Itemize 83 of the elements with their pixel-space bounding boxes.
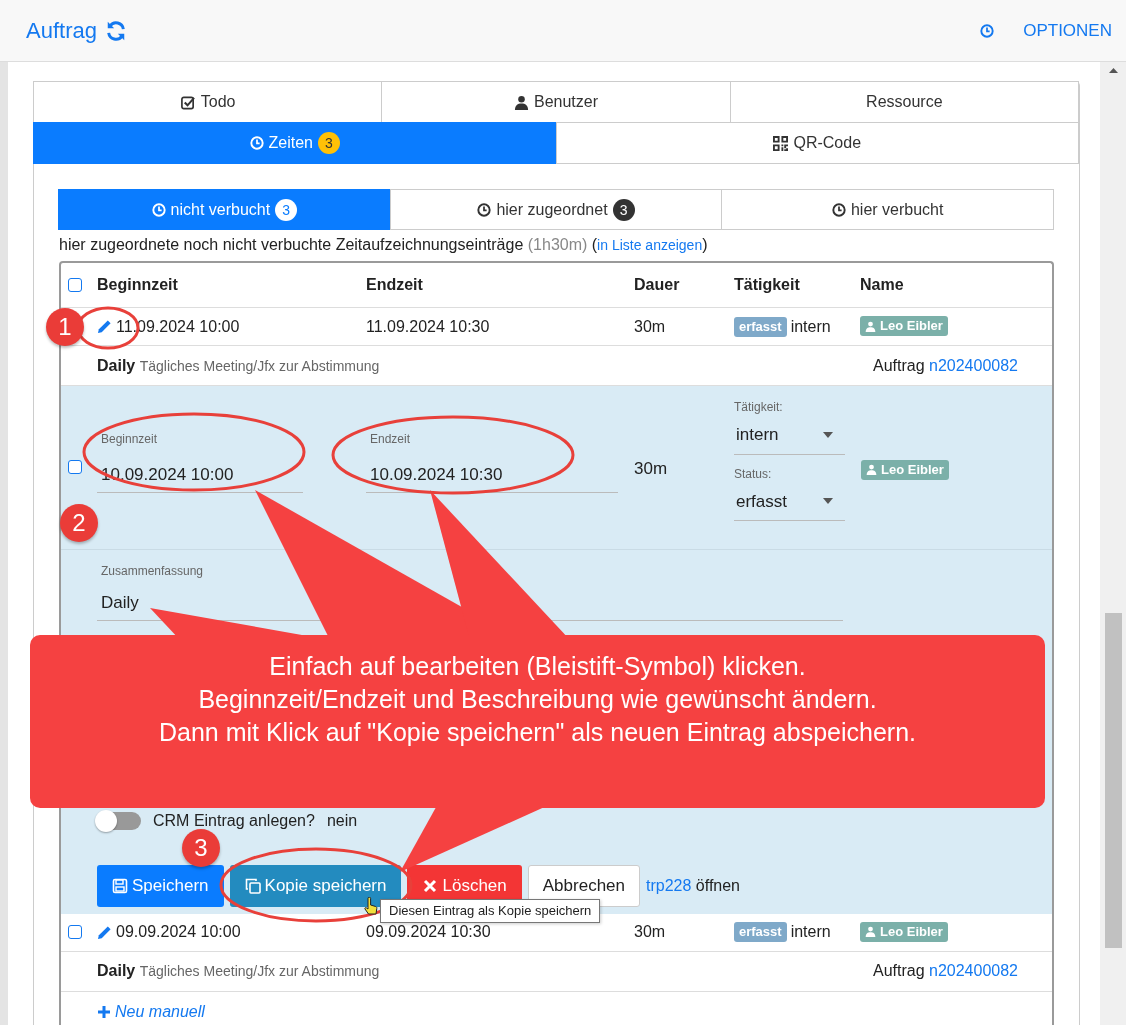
- clock-button[interactable]: [980, 23, 995, 38]
- activity: intern: [790, 922, 831, 942]
- duration: 30m: [634, 458, 669, 480]
- clock-icon: [151, 202, 166, 217]
- date-field[interactable]: Endzeit 10.09.2024 10:30: [366, 430, 618, 493]
- count-badge: 3: [275, 198, 298, 221]
- action-button[interactable]: Speichern: [97, 864, 224, 907]
- order-link[interactable]: n202400082: [929, 356, 1018, 374]
- tooltip: Diesen Eintrag als Kopie speichern: [380, 899, 601, 923]
- pencil-icon: [97, 319, 112, 334]
- user-label: Leo Eibler: [860, 316, 948, 336]
- link-suffix: öffnen: [694, 876, 740, 894]
- checkbox[interactable]: [68, 925, 82, 939]
- tab[interactable]: hier verbucht: [721, 189, 1054, 230]
- duration: 30m: [634, 316, 667, 337]
- edit-button[interactable]: [97, 319, 112, 334]
- end-time: 09.09.2024 10:30: [366, 922, 492, 942]
- hand-cursor-icon: [364, 897, 378, 915]
- column-header: Name: [860, 275, 905, 295]
- entry-description: Daily Tägliches Meeting/Jfx zur Abstimmung: [97, 961, 380, 981]
- field-label: Tätigkeit:: [734, 399, 784, 416]
- scrollbar[interactable]: [1100, 62, 1126, 1025]
- begin-time: 09.09.2024 10:00: [116, 922, 241, 942]
- count-badge: 3: [612, 198, 635, 221]
- order-link[interactable]: n202400082: [929, 962, 1018, 979]
- status-label: erfasst: [734, 922, 787, 942]
- column-header: Tätigkeit: [734, 275, 801, 295]
- user-label: Leo Eibler: [861, 459, 949, 480]
- scroll-thumb[interactable]: [1104, 613, 1122, 948]
- clock-icon: [477, 202, 492, 217]
- copy-icon: [244, 877, 261, 894]
- user-icon: [866, 464, 877, 475]
- crm-label: CRM Eintrag anlegen?: [153, 810, 315, 831]
- clock-icon: [831, 202, 846, 217]
- count-badge: 3: [318, 132, 340, 154]
- order-label: Auftrag: [873, 356, 926, 374]
- summary-text: hier zugeordnete noch nicht verbuchte Zeitaufzeichnungseinträge (1h30m) (in Liste anzeigen): [59, 235, 709, 255]
- plus-icon: [97, 1004, 111, 1019]
- entry-description: Daily Tägliches Meeting/Jfx zur Abstimmung: [97, 355, 380, 376]
- callout-text: Einfach auf bearbeiten (Bleistift-Symbol) klicken. Beginnzeit/Endzeit und Beschreibung wie gewünscht ändern. Dann mit Klick auf "Kopie speichern" als neuen Eintrag abspeichern.: [157, 651, 918, 748]
- page-title: Auftrag: [26, 17, 97, 45]
- column-header: Endzeit: [366, 275, 424, 295]
- field-label: Status:: [734, 465, 773, 483]
- select-field[interactable]: intern: [734, 416, 845, 455]
- save-icon: [112, 877, 128, 894]
- checkbox[interactable]: [68, 278, 82, 292]
- tab[interactable]: Ressource: [729, 81, 1079, 123]
- action-button[interactable]: Kopie speichern: [229, 864, 402, 907]
- tab[interactable]: QR-Code: [555, 122, 1079, 164]
- pencil-icon: [97, 924, 112, 940]
- user-icon: [865, 926, 876, 937]
- scroll-up-icon: [1108, 68, 1118, 73]
- tab[interactable]: nicht verbucht 3: [58, 189, 391, 230]
- close-icon: [422, 877, 439, 894]
- list-link[interactable]: in Liste anzeigen: [597, 237, 703, 253]
- crm-value: nein: [326, 810, 358, 831]
- column-header: Beginnzeit: [97, 275, 179, 295]
- clock-icon: [980, 23, 995, 38]
- tab[interactable]: Zeiten 3: [33, 122, 557, 164]
- action-button[interactable]: Abbrechen: [527, 864, 640, 907]
- toggle-switch[interactable]: [97, 811, 141, 830]
- user-icon: [513, 94, 529, 110]
- user-icon: [865, 320, 876, 332]
- caret-icon: [823, 431, 833, 438]
- column-header: Dauer: [634, 275, 681, 295]
- user-label: Leo Eibler: [860, 921, 948, 942]
- clock-icon: [249, 136, 264, 150]
- activity: intern: [790, 316, 831, 337]
- options-link[interactable]: OPTIONEN: [1023, 17, 1112, 44]
- edit-button[interactable]: [97, 924, 112, 940]
- qr-code-icon: [773, 135, 789, 151]
- checkbox-icon: [179, 94, 196, 110]
- new-entry-link[interactable]: Neu manuell: [97, 999, 205, 1024]
- duration: 30m: [634, 922, 667, 942]
- tab[interactable]: hier zugeordnet 3: [389, 189, 723, 230]
- checkbox[interactable]: [68, 460, 82, 474]
- step-marker: 1: [46, 308, 84, 346]
- refresh-icon: [104, 19, 127, 42]
- end-time: 11.09.2024 10:30: [366, 316, 491, 337]
- status-label: erfasst: [734, 316, 787, 337]
- caret-icon: [823, 498, 833, 505]
- order-label: Auftrag: [873, 962, 926, 979]
- select-field[interactable]: erfasst: [734, 482, 845, 521]
